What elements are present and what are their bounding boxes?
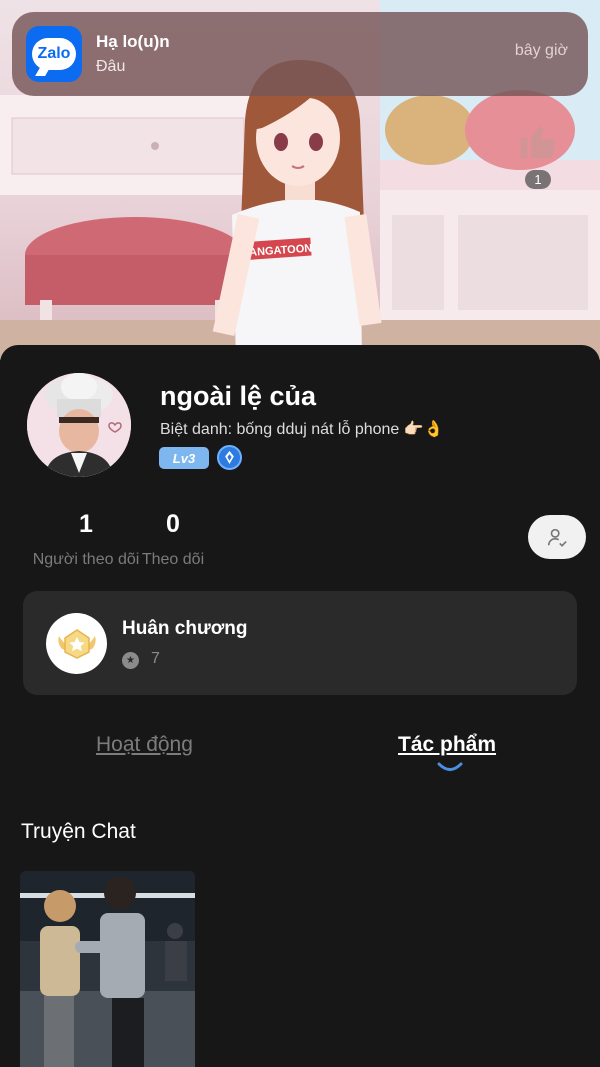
tab-activity[interactable]: Hoạt động [96, 733, 193, 757]
zalo-app-icon: Zalo [26, 26, 82, 82]
tab-works[interactable]: Tác phẩm [398, 733, 496, 757]
diamond-badge-icon [217, 445, 242, 470]
zalo-logo-text: Zalo [32, 38, 76, 70]
push-notification[interactable]: Zalo Hạ lo(u)n Đâu bây giờ [12, 12, 588, 96]
medal-wings-icon [46, 613, 107, 674]
profile-nickname: Biệt danh: bống dduj nát lỗ phone 👉🏻👌 [160, 421, 444, 438]
section-title: Truyện Chat [21, 820, 136, 843]
notification-title: Hạ lo(u)n [96, 32, 170, 51]
story-cover-image [20, 871, 195, 1067]
story-thumbnail[interactable] [20, 871, 195, 1067]
followers-stat[interactable]: 1 Người theo dõi [28, 510, 144, 569]
medal-section[interactable]: Huân chương ★ 7 [23, 591, 577, 695]
following-count: 0 [166, 510, 180, 538]
followers-count: 1 [79, 510, 93, 538]
profile-username: ngoài lệ của [160, 381, 317, 411]
follow-button[interactable] [528, 515, 586, 559]
thumbs-up-icon [520, 126, 556, 159]
following-label: Theo dõi [141, 551, 205, 568]
medal-title: Huân chương [122, 618, 248, 639]
level-badge: Lv3 [159, 447, 209, 469]
medal-count: 7 [151, 650, 160, 667]
like-button[interactable]: 1 [516, 120, 560, 189]
person-check-icon [547, 528, 567, 547]
avatar-image [27, 373, 131, 477]
profile-card: ngoài lệ của Biệt danh: bống dduj nát lỗ… [0, 345, 600, 1067]
active-tab-indicator [437, 762, 463, 771]
notification-body: Đâu [96, 58, 126, 75]
like-count: 1 [525, 170, 551, 189]
followers-label: Người theo dõi [32, 551, 140, 568]
notification-time: bây giờ [514, 42, 568, 59]
following-stat[interactable]: 0 Theo dõi [138, 510, 208, 569]
avatar[interactable] [27, 373, 131, 477]
star-circle-icon: ★ [122, 652, 139, 669]
